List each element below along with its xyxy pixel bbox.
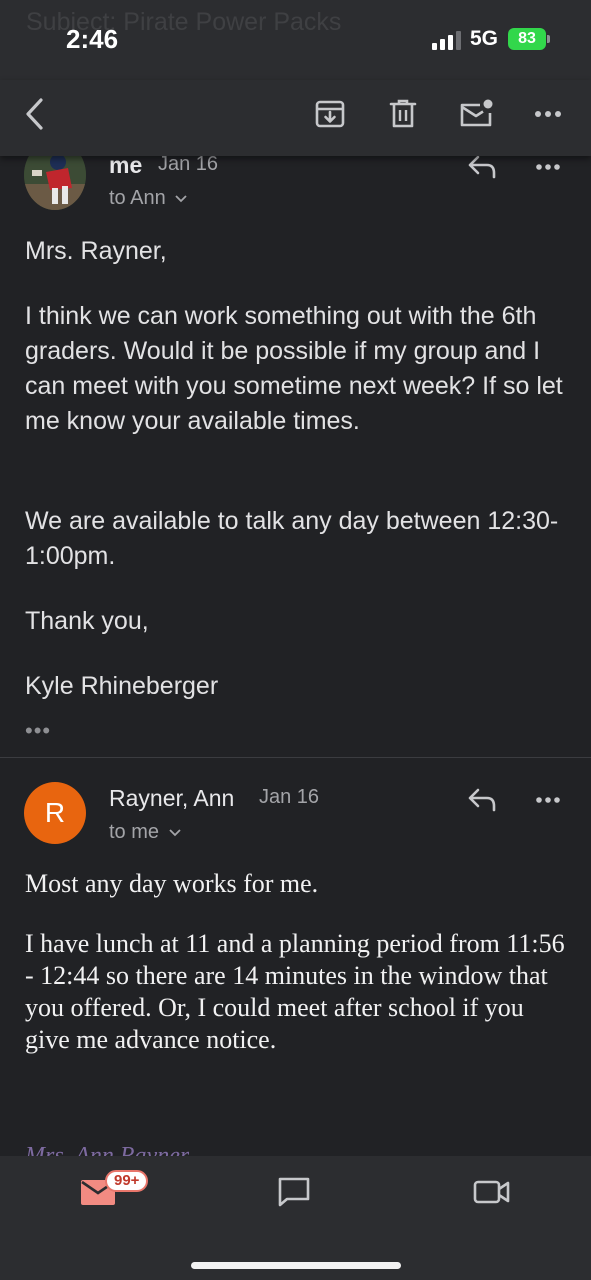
recipient-label: to me <box>109 821 160 843</box>
body-paragraph: Thank you, <box>25 607 149 635</box>
message-more-button[interactable] <box>531 785 565 815</box>
message-more-button[interactable] <box>531 152 565 182</box>
body-paragraph: Mrs. Rayner, <box>25 237 167 265</box>
video-icon <box>473 1180 510 1204</box>
bottom-navigation <box>0 1156 591 1280</box>
sender-name: Rayner, Ann <box>109 785 235 811</box>
status-bar: Subject: Pirate Power Packs 2:46 5G 83 <box>0 0 591 80</box>
battery-level: 83 <box>518 30 536 47</box>
reply-button[interactable] <box>465 152 499 182</box>
signature: Kyle Rhineberger <box>25 672 219 700</box>
battery-icon: 83 <box>508 28 550 50</box>
body-paragraph: Most any day works for me. <box>25 869 319 898</box>
signal-icon <box>432 31 461 50</box>
body-paragraph: I have lunch at 11 and a planning period… <box>25 929 565 1054</box>
mark-unread-button[interactable] <box>458 96 494 132</box>
status-time: 2:46 <box>66 24 119 54</box>
archive-button[interactable] <box>312 96 348 132</box>
sender-avatar[interactable]: R <box>24 782 86 844</box>
chevron-left-icon <box>26 98 43 130</box>
signature: Mrs. Ann Rayner <box>25 1143 190 1156</box>
recipient-label: to Ann <box>109 187 166 209</box>
recipient-dropdown[interactable]: to Ann <box>109 187 187 210</box>
delete-button[interactable] <box>385 96 421 132</box>
trash-icon <box>389 99 417 128</box>
more-horizontal-icon <box>536 164 560 170</box>
reply-button[interactable] <box>465 785 499 815</box>
message-date: Jan 16 <box>158 153 219 175</box>
mail-unread-icon <box>460 99 493 127</box>
nav-chat[interactable] <box>272 1172 316 1212</box>
reply-icon <box>468 788 496 812</box>
network-label: 5G <box>470 27 499 50</box>
message-divider <box>0 757 591 758</box>
more-options-button[interactable] <box>530 96 566 132</box>
chevron-down-icon <box>168 829 181 836</box>
body-paragraph: We are available to talk any day between… <box>25 507 559 570</box>
home-indicator[interactable] <box>191 1262 401 1269</box>
show-quoted-text-button[interactable]: ••• <box>25 718 51 744</box>
top-toolbar <box>0 80 591 156</box>
archive-icon <box>315 100 345 128</box>
chat-icon <box>278 1177 310 1207</box>
nav-meet[interactable] <box>470 1172 514 1212</box>
unread-count-badge: 99+ <box>105 1170 149 1192</box>
more-horizontal-icon <box>535 111 561 117</box>
back-button[interactable] <box>16 96 52 132</box>
sender-name: me <box>109 152 143 178</box>
message-date: Jan 16 <box>259 786 320 808</box>
chevron-down-icon <box>175 195 187 202</box>
reply-icon <box>468 155 496 179</box>
more-horizontal-icon <box>536 797 560 803</box>
recipient-dropdown[interactable]: to me <box>109 821 181 844</box>
body-paragraph: I think we can work something out with t… <box>25 302 563 435</box>
